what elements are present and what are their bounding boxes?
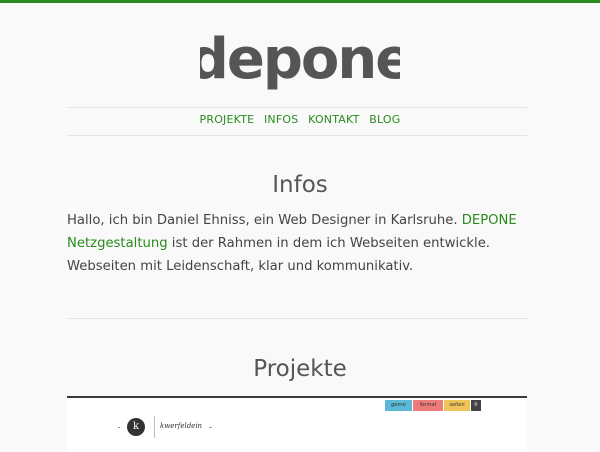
divider-nav <box>67 135 527 136</box>
kwerfeldein-logo-icon: k <box>127 418 145 436</box>
top-accent-bar <box>0 0 600 3</box>
nav-item-infos[interactable]: INFOS <box>264 113 298 126</box>
preview-tab-selten: selten <box>444 400 470 411</box>
project-preview-kwerfeldein[interactable]: genre format selten ⚲ k kwerfeldein <box>67 396 527 452</box>
preview-separator <box>154 416 155 438</box>
infos-paragraph: Hallo, ich bin Daniel Ehniss, ein Web De… <box>67 209 537 278</box>
projekte-heading: Projekte <box>253 356 347 382</box>
logo-text: depone <box>200 28 400 92</box>
nav-item-blog[interactable]: BLOG <box>369 113 400 126</box>
preview-search-icon: ⚲ <box>471 400 481 411</box>
main-nav: PROJEKTE INFOS KONTAKT BLOG <box>0 113 600 126</box>
preview-tab-format: format <box>413 400 443 411</box>
nav-item-kontakt[interactable]: KONTAKT <box>308 113 359 126</box>
preview-site-name: kwerfeldein <box>160 422 203 430</box>
preview-dot-left <box>118 427 120 428</box>
infos-text-before: Hallo, ich bin Daniel Ehniss, ein Web De… <box>67 213 462 228</box>
infos-heading: Infos <box>272 172 328 198</box>
divider-top <box>67 107 527 108</box>
preview-dot-right <box>209 427 212 428</box>
nav-item-projekte[interactable]: PROJEKTE <box>200 113 255 126</box>
depone-logo[interactable]: depone <box>200 28 400 92</box>
preview-tab-genre: genre <box>385 400 412 411</box>
divider-section <box>67 318 527 319</box>
